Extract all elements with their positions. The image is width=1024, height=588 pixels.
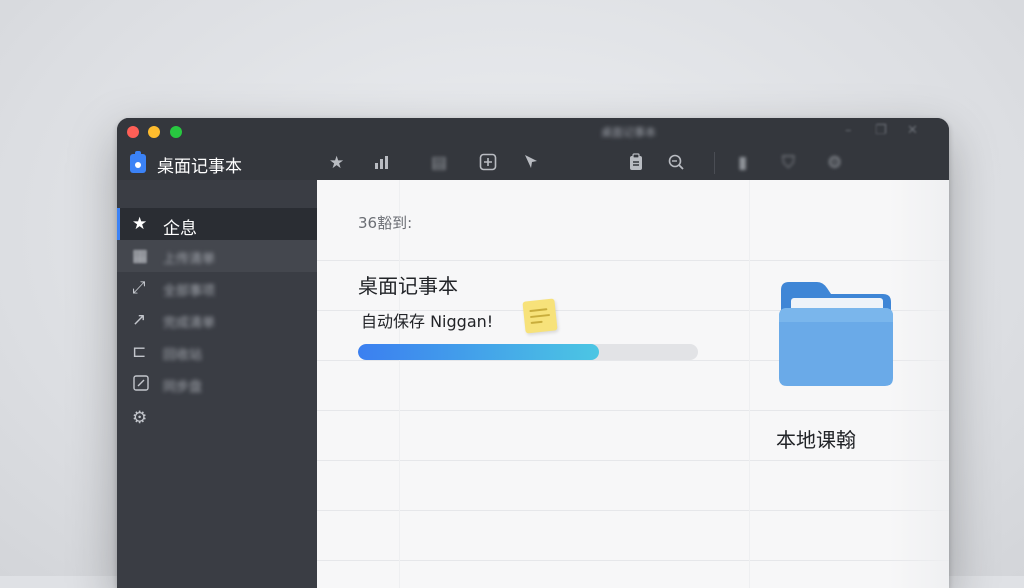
share-icon: ⊏ <box>132 342 147 362</box>
sidebar-item-all-items[interactable]: ⤢ 全部事项 <box>117 272 317 304</box>
file-icon[interactable]: ▮ <box>738 153 747 173</box>
folder-label[interactable]: 本地课翰 <box>776 424 856 453</box>
gear-icon: ⚙ <box>132 408 148 428</box>
window-title: 桌面记事本 <box>601 126 656 139</box>
minimize-window-button[interactable] <box>148 126 160 138</box>
sidebar-item-trash[interactable]: ⊏ 回收站 <box>117 336 317 368</box>
folder-icon[interactable] <box>777 278 895 390</box>
progress-fill <box>358 344 600 360</box>
search-icon[interactable] <box>667 153 685 176</box>
main-content: 36豁到: 桌面记事本 自动保存 Niggan! 本地课翰 <box>317 180 949 588</box>
sidebar-item-sync[interactable]: 同步盘 <box>117 368 317 400</box>
status-text: 36豁到: <box>358 214 413 232</box>
progress-bar <box>358 344 698 360</box>
pin-icon[interactable] <box>522 153 540 176</box>
settings-icon[interactable]: ⚙ <box>827 153 842 173</box>
add-box-icon[interactable] <box>479 153 497 176</box>
sticky-note-icon <box>522 298 558 334</box>
divider <box>749 180 750 588</box>
close-window-button[interactable] <box>127 126 139 138</box>
sidebar-item-label: 同步盘 <box>163 380 203 395</box>
toolbar-divider <box>714 152 715 174</box>
clipboard-icon[interactable] <box>627 153 645 176</box>
sidebar-item-label: 企息 <box>163 219 197 239</box>
sidebar-item-upload-list[interactable]: ▦ 上传清单 <box>117 240 317 272</box>
sidebar-item-label: 回收站 <box>163 348 203 363</box>
close-icon[interactable]: ✕ <box>907 123 918 138</box>
restore-icon[interactable]: ❐ <box>875 123 887 138</box>
grid-icon: ▦ <box>132 246 149 266</box>
shield-icon[interactable]: ⛉ <box>782 153 795 173</box>
title-bar: 桌面记事本 – ❐ ✕ <box>117 118 949 146</box>
autosave-text: 自动保存 Niggan! <box>361 312 494 331</box>
divider <box>317 560 949 561</box>
arrow-up-icon: ↗ <box>132 310 147 330</box>
minimize-icon[interactable]: – <box>845 123 852 138</box>
divider <box>399 180 400 588</box>
content-edge-fade <box>889 180 949 588</box>
arrow-icon: ⤢ <box>132 278 146 298</box>
sidebar-item-completed[interactable]: ↗ 完成清单 <box>117 304 317 336</box>
divider <box>317 460 949 461</box>
star-icon[interactable]: ★ <box>329 153 344 173</box>
note-title: 桌面记事本 <box>358 274 458 298</box>
divider <box>317 410 949 411</box>
document-icon[interactable]: ▤ <box>431 153 447 173</box>
sidebar-item-settings[interactable]: ⚙ <box>117 402 317 434</box>
app-name: 桌面记事本 <box>157 157 242 177</box>
app-window: 桌面记事本 – ❐ ✕ 桌面记事本 ★ ▤ ▮ ⛉ ⚙ ★ 企息 ▦ 上传清单 … <box>117 118 949 588</box>
app-logo-icon <box>130 151 146 173</box>
bar-chart-icon[interactable] <box>373 153 391 176</box>
divider <box>317 510 949 511</box>
sidebar-item-favorites[interactable]: ★ 企息 <box>117 208 317 240</box>
sidebar-item-label: 全部事项 <box>163 284 216 299</box>
edit-icon <box>132 374 150 397</box>
divider <box>317 260 949 261</box>
maximize-window-button[interactable] <box>170 126 182 138</box>
star-icon: ★ <box>132 214 148 234</box>
sidebar-item-label: 完成清单 <box>163 316 216 331</box>
sidebar: ★ 企息 ▦ 上传清单 ⤢ 全部事项 ↗ 完成清单 ⊏ 回收站 同步盘 ⚙ <box>117 180 317 588</box>
toolbar: 桌面记事本 ★ ▤ ▮ ⛉ ⚙ <box>117 146 949 180</box>
sidebar-item-label: 上传清单 <box>163 252 216 267</box>
